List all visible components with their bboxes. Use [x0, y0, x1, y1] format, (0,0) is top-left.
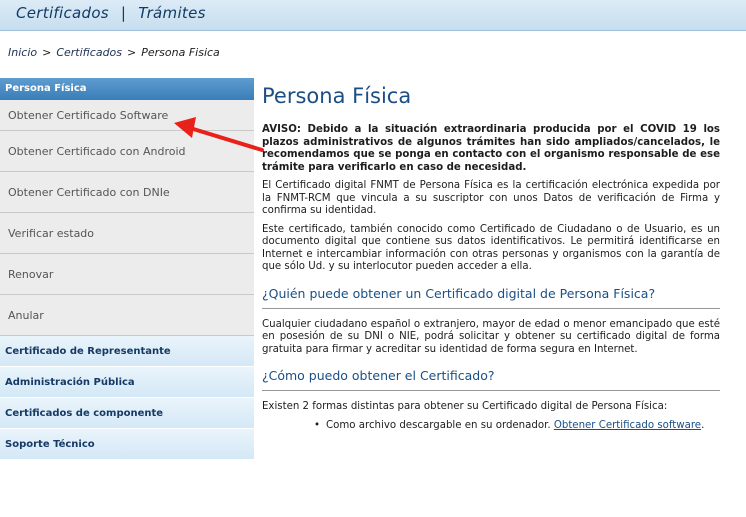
sidebar-section-soporte[interactable]: Soporte Técnico — [0, 429, 254, 460]
nav-separator: | — [120, 4, 127, 22]
breadcrumb-inicio[interactable]: Inicio — [8, 46, 37, 59]
breadcrumb-separator: > — [127, 46, 137, 59]
description-paragraph: Este certificado, también conocido como … — [262, 223, 720, 273]
section-text-quien: Cualquier ciudadano español o extranjero… — [262, 318, 720, 355]
sidebar-item-verificar-estado[interactable]: Verificar estado — [0, 213, 254, 254]
page-title: Persona Física — [262, 84, 412, 108]
top-banner: Certificados | Trámites — [0, 0, 746, 31]
list-item: • Como archivo descargable en su ordenado… — [314, 419, 720, 433]
list-item-text: Como archivo descargable en su ordenador… — [326, 419, 554, 431]
sidebar-section-representante[interactable]: Certificado de Representante — [0, 336, 254, 367]
list-item-end: . — [701, 419, 705, 431]
nav-tramites[interactable]: Trámites — [138, 4, 205, 22]
bullet-dot: • — [314, 419, 321, 431]
top-nav: Certificados | Trámites — [16, 4, 206, 22]
options-list: • Como archivo descargable en su ordenado… — [262, 420, 720, 433]
sidebar-item-obtener-dnie[interactable]: Obtener Certificado con DNIe — [0, 172, 254, 213]
breadcrumb-current: Persona Fisica — [141, 46, 220, 59]
section-heading-quien: ¿Quién puede obtener un Certificado digi… — [262, 286, 720, 309]
breadcrumb-separator: > — [42, 46, 52, 59]
section-text-como: Existen 2 formas distintas para obtener … — [262, 401, 668, 412]
sidebar-item-renovar[interactable]: Renovar — [0, 254, 254, 295]
sidebar-heading[interactable]: Persona Física — [0, 78, 254, 100]
nav-certificados[interactable]: Certificados — [16, 4, 109, 22]
annotation-arrow-icon — [174, 117, 264, 152]
sidebar-section-administracion[interactable]: Administración Pública — [0, 367, 254, 398]
main-content: Persona Física AVISO: Debido a la situac… — [262, 84, 720, 432]
obtener-software-link[interactable]: Obtener Certificado software — [554, 420, 701, 431]
section-heading-como: ¿Cómo puedo obtener el Certificado? — [262, 368, 720, 391]
breadcrumb-certificados[interactable]: Certificados — [56, 46, 122, 59]
intro-paragraph: El Certificado digital FNMT de Persona F… — [262, 180, 720, 216]
sidebar-section-componente[interactable]: Certificados de componente — [0, 398, 254, 429]
sidebar-item-anular[interactable]: Anular — [0, 295, 254, 336]
covid-notice: AVISO: Debido a la situación extraordina… — [262, 124, 720, 173]
breadcrumb: Inicio > Certificados > Persona Fisica — [8, 46, 220, 59]
